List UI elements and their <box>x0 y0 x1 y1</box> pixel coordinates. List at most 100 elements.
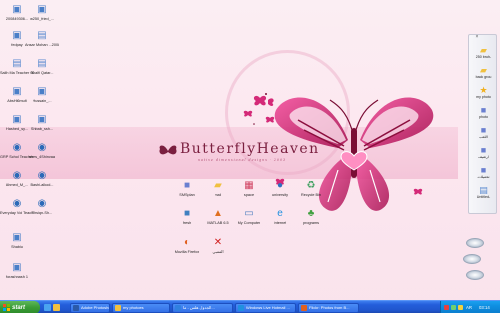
star-icon: ★ <box>479 85 488 95</box>
tray-volume-icon[interactable] <box>458 304 463 310</box>
image-file-icon: ▣ <box>12 86 22 97</box>
document-icon: ▤ <box>12 58 22 69</box>
taskbar-button-label: Windows Live Hotmail ... <box>246 305 290 310</box>
document-icon: ▤ <box>37 30 47 41</box>
desktop-icon-label: fresh <box>182 221 192 225</box>
disc-drive-icon[interactable] <box>466 238 484 248</box>
desktop-icon[interactable]: ▣ Shabiu <box>0 232 34 249</box>
taskbar-button-label: Adobe Photoshop <box>81 305 110 310</box>
quick-bar-close-icon[interactable]: × <box>474 34 480 40</box>
desktop-icon[interactable]: ♻ Recycle Bin <box>296 180 326 197</box>
desktop-icon[interactable]: ▤ Ansar Mohan ...2008 Ya HoldSelft <box>25 30 59 47</box>
desktop-icon-label: Shalfi Qatar... <box>30 71 54 75</box>
desktop-icon-label: AbsHi6mult <box>7 99 27 103</box>
tray-network-icon[interactable] <box>451 304 456 310</box>
app-icon: ■ <box>480 125 487 135</box>
start-button[interactable]: start <box>0 301 40 313</box>
desktop-icon-label: Shbab_ssh... <box>30 127 54 131</box>
desktop-icon[interactable]: ● university <box>265 180 295 197</box>
desktop-icon-label: programs <box>302 221 320 225</box>
quick-bar-item[interactable]: ▰ 250 bruh- <box>469 45 498 59</box>
internet-explorer-icon: e <box>277 208 283 219</box>
media-file-icon: ◉ <box>12 198 22 209</box>
document-icon: ▤ <box>479 185 488 195</box>
quick-bar-item-label: my photo <box>476 95 491 99</box>
quick-bar-item[interactable]: ■ ارشيف <box>469 145 498 159</box>
desktop-icon[interactable]: ◐ Mozilla Firefox <box>172 237 202 254</box>
desktop-icon[interactable]: ▭ My Computer <box>234 208 264 225</box>
desktop-icon-label: mail <box>214 193 222 197</box>
desktop-icon[interactable]: ▲ MATLAB 6.5 <box>203 208 233 225</box>
media-file-icon: ◉ <box>12 142 22 153</box>
desktop-icon[interactable]: ▰ mail <box>203 180 233 197</box>
quick-bar-item-label: تحميلات <box>477 175 490 179</box>
taskbar-button-label: الجدول هلس - ما... <box>183 305 215 310</box>
taskbar-button[interactable]: Adobe Photoshop <box>70 303 110 313</box>
media-file-icon: ◉ <box>12 170 22 181</box>
desktop-icon[interactable]: ◉ Bashi-alkod... <box>25 170 59 187</box>
desktop-icon[interactable]: ▣ Hussain_... <box>25 86 59 103</box>
tray-alert-icon[interactable] <box>444 304 449 310</box>
image-file-icon: ▣ <box>12 4 22 15</box>
taskbar-button[interactable]: Flickr: Photos from B... <box>298 303 359 313</box>
taskbar-app-icon <box>115 305 121 311</box>
desktop-icon-label: Shabiu <box>11 245 23 249</box>
people-icon: ● <box>276 180 284 191</box>
red-x-icon: ✕ <box>213 237 223 248</box>
tray-clock[interactable]: 03:14 <box>479 301 490 313</box>
desktop-icon[interactable]: ▦ space <box>234 180 264 197</box>
firefox-icon: ◐ <box>183 237 191 248</box>
media-file-icon: ◉ <box>37 170 47 181</box>
image-file-icon: ▣ <box>12 30 22 41</box>
disc-drive-icon[interactable] <box>463 254 481 264</box>
system-tray: AR 03:14 <box>440 301 500 313</box>
desktop-icon[interactable]: ▣ w250_fried_... <box>25 4 59 21</box>
folder-icon: ▰ <box>480 45 487 55</box>
tray-language[interactable]: AR <box>466 301 472 313</box>
desktop-icon[interactable]: ◉ Thsiqn-Sh... <box>25 198 59 215</box>
desktop-icon[interactable]: ■ SMSplan <box>172 180 202 197</box>
media-file-icon: ◉ <box>37 198 47 209</box>
quick-bar-item[interactable]: ■ اللعب <box>469 125 498 139</box>
disc-drive-icon[interactable] <box>466 270 484 280</box>
wallpaper-tagline: native dimensional designs · 2003 <box>198 158 286 162</box>
taskbar-button-label: my photoes <box>123 305 144 310</box>
taskbar-button[interactable]: Windows Live Hotmail ... <box>235 303 296 313</box>
app-icon: ■ <box>480 105 487 115</box>
app-icon: ■ <box>183 208 191 219</box>
quick-bar-item[interactable]: ▰ back grou <box>469 65 498 79</box>
desktop-icon-label: Internet <box>273 221 287 225</box>
quick-bar-item[interactable]: ■ photo <box>469 105 498 119</box>
app-icon: ■ <box>183 180 191 191</box>
quick-bar-item[interactable]: ■ تحميلات <box>469 165 498 179</box>
desktop-icon[interactable]: e Internet <box>265 208 295 225</box>
desktop-icon[interactable]: ◉ shes_4Shinvaa <box>25 142 59 159</box>
desktop-icon[interactable]: ▤ Shalfi Qatar... <box>25 58 59 75</box>
quick-bar-item[interactable]: ▤ Untitled- <box>469 185 498 199</box>
image-file-icon: ▣ <box>12 232 22 243</box>
desktop-icon[interactable]: ▣ forashnash 1 <box>0 262 34 279</box>
desktop-icon[interactable]: ♣ programs <box>296 208 326 225</box>
taskbar: start Adobe Photoshop my photoes الجدول هل… <box>0 300 500 313</box>
desktop-icon[interactable]: ▣ Shbab_ssh... <box>25 114 59 131</box>
quick-launch-ie-icon[interactable] <box>44 304 51 311</box>
desktop-icon-label: shes_4Shinvaa <box>29 155 55 159</box>
taskbar-button[interactable]: my photoes <box>112 303 170 313</box>
quick-launch-folder-icon[interactable] <box>53 304 60 311</box>
media-file-icon: ◉ <box>37 142 47 153</box>
wallpaper-logo: ButterflyHeaven <box>180 141 320 157</box>
quick-bar-item-label: photo <box>479 115 488 119</box>
desktop-icon-label: Thsiqn-Sh... <box>31 211 53 215</box>
quick-bar-item[interactable]: ★ my photo <box>469 85 498 99</box>
quick-bar-item-label: back grou <box>475 75 492 79</box>
taskbar-app-icon <box>73 305 79 311</box>
desktop-icon[interactable]: ■ fresh <box>172 208 202 225</box>
taskbar-button[interactable]: الجدول هلس - ما... <box>172 303 233 313</box>
side-quick-bar: ▰ 250 bruh- ▰ back grou ★ my photo ■ photo ■ اللع… <box>468 34 497 214</box>
desktop[interactable]: ButterflyHeaven native dimensional desig… <box>0 0 500 313</box>
image-file-icon: ▣ <box>12 114 22 125</box>
desktop-icon[interactable]: ✕ المتنبي <box>203 237 233 254</box>
document-icon: ▤ <box>37 58 47 69</box>
desktop-icon-label: w250_fried_... <box>30 17 54 21</box>
desktop-icon-label: space <box>243 193 255 197</box>
